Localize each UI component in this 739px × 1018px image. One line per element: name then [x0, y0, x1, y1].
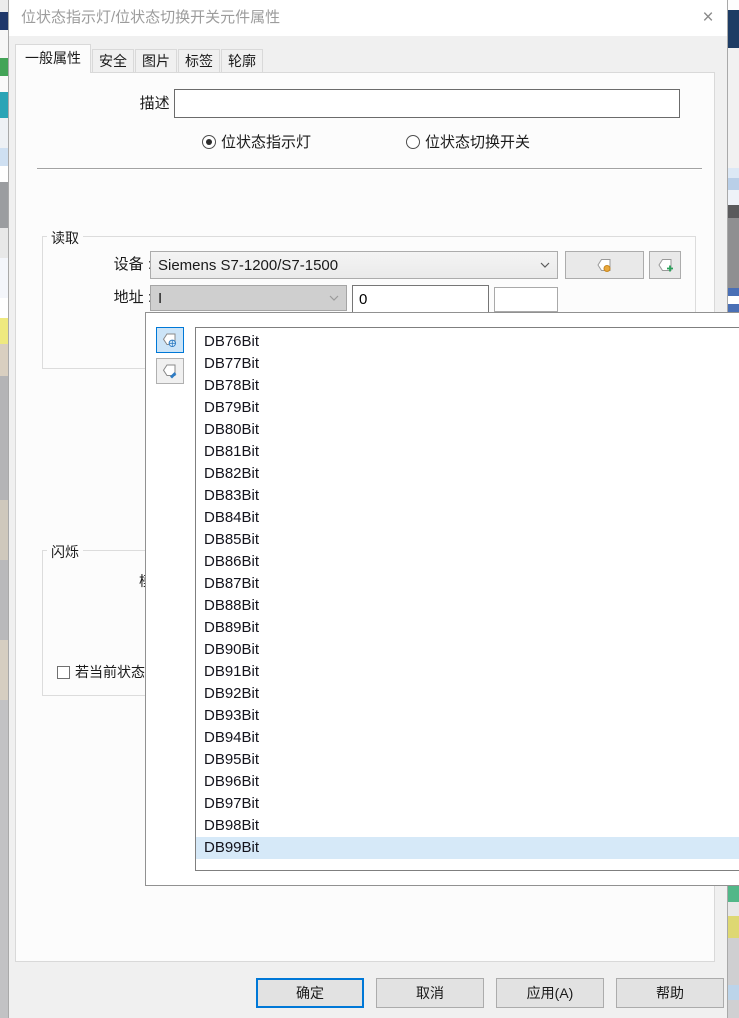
checkbox-label: 若当前状态闪	[75, 662, 155, 682]
description-label: 描述 :	[102, 89, 178, 119]
address-tag-list-item[interactable]: DB77Bit	[196, 353, 739, 375]
address-tag-list-item[interactable]: DB94Bit	[196, 727, 739, 749]
address-tag-list-item[interactable]: DB96Bit	[196, 771, 739, 793]
address-tag-list-item[interactable]: DB79Bit	[196, 397, 739, 419]
tab[interactable]: 轮廓	[221, 49, 263, 73]
address-type-value: I	[158, 290, 162, 307]
address-type-combobox[interactable]: I	[150, 285, 347, 311]
address-tag-list-item[interactable]: DB89Bit	[196, 617, 739, 639]
description-input[interactable]	[174, 89, 680, 118]
address-tag-list-item[interactable]: DB87Bit	[196, 573, 739, 595]
tag-with-orange-dot-icon	[596, 257, 613, 273]
device-label: 设备 :	[62, 251, 152, 279]
tab[interactable]: 一般属性	[15, 44, 91, 73]
address-tag-list-item[interactable]: DB83Bit	[196, 485, 739, 507]
tag-with-pencil-icon	[162, 363, 178, 379]
footer-button[interactable]: 帮助	[616, 978, 724, 1008]
address-tag-list-item[interactable]: DB91Bit	[196, 661, 739, 683]
device-combobox-value: Siemens S7-1200/S7-1500	[158, 257, 338, 274]
blink-state-checkbox-row[interactable]: 若当前状态闪	[57, 662, 155, 682]
radio-option[interactable]: 位状态指示灯	[202, 131, 311, 152]
address-tag-list-item[interactable]: DB88Bit	[196, 595, 739, 617]
footer-button[interactable]: 取消	[376, 978, 484, 1008]
dialog-footer: 确定 取消 应用(A) 帮助	[256, 978, 724, 1008]
address-tag-list-item[interactable]: DB76Bit	[196, 331, 739, 353]
tab[interactable]: 图片	[135, 49, 177, 73]
address-number-input[interactable]	[352, 285, 489, 313]
address-label: 地址 :	[62, 285, 152, 311]
element-type-radio-group: 位状态指示灯 位状态切换开关	[202, 131, 530, 152]
address-tag-list-item[interactable]: DB81Bit	[196, 441, 739, 463]
address-tag-list-item[interactable]: DB99Bit	[196, 837, 739, 859]
screen: 位状态指示灯/位状态切换开关元件属性 × 一般属性 安全 图片 标签 轮廓 描述…	[0, 0, 739, 1018]
background-app-left-strip	[0, 0, 8, 1018]
checkbox-icon[interactable]	[57, 666, 70, 679]
address-tag-list-item[interactable]: DB85Bit	[196, 529, 739, 551]
dialog-title: 位状态指示灯/位状态切换开关元件属性	[21, 0, 280, 36]
address-tag-list-item[interactable]: DB93Bit	[196, 705, 739, 727]
edit-tag-button[interactable]	[156, 358, 184, 384]
address-tag-list-item[interactable]: DB80Bit	[196, 419, 739, 441]
address-tag-list-item[interactable]: DB95Bit	[196, 749, 739, 771]
add-tag-button[interactable]	[649, 251, 681, 279]
address-tag-dropdown-panel: DB76Bit DB77Bit DB78Bit DB79Bit DB80Bit …	[145, 312, 739, 886]
blink-group-title: 闪烁	[47, 542, 83, 562]
radio-icon	[202, 135, 216, 149]
address-tag-list-item[interactable]: DB92Bit	[196, 683, 739, 705]
device-tag-button[interactable]	[565, 251, 644, 279]
address-tag-list-item[interactable]: DB98Bit	[196, 815, 739, 837]
tab[interactable]: 标签	[178, 49, 220, 73]
radio-option[interactable]: 位状态切换开关	[406, 131, 530, 152]
address-tag-list-item[interactable]: DB78Bit	[196, 375, 739, 397]
address-tag-list-item[interactable]: DB82Bit	[196, 463, 739, 485]
dialog-titlebar: 位状态指示灯/位状态切换开关元件属性 ×	[9, 0, 727, 36]
global-tag-library-button[interactable]	[156, 327, 184, 353]
address-tag-list-item[interactable]: DB90Bit	[196, 639, 739, 661]
address-extra-field[interactable]	[494, 287, 558, 312]
read-group-title: 读取	[47, 228, 83, 248]
footer-button[interactable]: 确定	[256, 978, 364, 1008]
close-icon[interactable]: ×	[695, 6, 721, 30]
device-combobox[interactable]: Siemens S7-1200/S7-1500	[150, 251, 558, 279]
chevron-down-icon	[329, 295, 339, 301]
section-divider	[37, 168, 702, 170]
radio-icon	[406, 135, 420, 149]
address-tag-list-item[interactable]: DB97Bit	[196, 793, 739, 815]
tag-with-plus-icon	[657, 257, 674, 273]
address-tag-list-item[interactable]: DB84Bit	[196, 507, 739, 529]
tag-with-globe-icon	[162, 332, 178, 348]
address-tag-list-item[interactable]: DB86Bit	[196, 551, 739, 573]
chevron-down-icon	[540, 262, 550, 268]
tab-bar: 一般属性 安全 图片 标签 轮廓	[15, 44, 264, 73]
address-tag-list[interactable]: DB76Bit DB77Bit DB78Bit DB79Bit DB80Bit …	[195, 327, 739, 871]
footer-button[interactable]: 应用(A)	[496, 978, 604, 1008]
tab[interactable]: 安全	[92, 49, 134, 73]
